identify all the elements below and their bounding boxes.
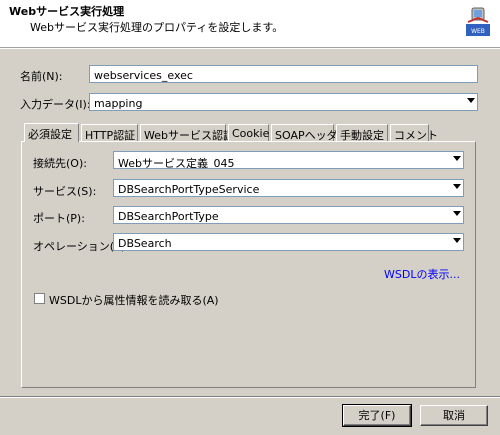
port-label: ポート(P): (33, 212, 85, 225)
footer-divider-highlight (0, 397, 500, 398)
chevron-down-icon[interactable] (453, 238, 461, 243)
chevron-down-icon[interactable] (453, 211, 461, 216)
name-input[interactable]: webservices_exec (89, 65, 478, 83)
chevron-down-icon[interactable] (453, 156, 461, 161)
show-wsdl-link[interactable]: WSDLの表示... (384, 266, 460, 282)
input-data-label: 入力データ(I): (20, 98, 91, 111)
read-attrs-checkbox[interactable] (34, 293, 45, 304)
tab-http-auth[interactable]: HTTP認証 (81, 124, 138, 142)
read-attrs-label: WSDLから属性情報を読み取る(A) (49, 294, 219, 307)
tab-web-service-auth[interactable]: Webサービス認証 (140, 124, 234, 142)
connection-label: 接続先(O): (33, 157, 87, 170)
port-select[interactable]: DBSearchPortType (113, 206, 464, 224)
service-label: サービス(S): (33, 185, 97, 198)
header-separator (0, 48, 500, 49)
dialog-subtitle: Webサービス実行処理のプロパティを設定します。 (30, 21, 284, 34)
cancel-button[interactable]: 取消 (420, 405, 488, 426)
connection-select[interactable]: Webサービス定義_045 (113, 151, 464, 169)
operation-select[interactable]: DBSearch (113, 233, 464, 251)
service-value: DBSearchPortTypeService (118, 183, 260, 196)
tab-cookie[interactable]: Cookie (228, 124, 269, 141)
tab-manual-settings[interactable]: 手動設定 (336, 124, 388, 142)
input-data-select[interactable]: mapping (89, 93, 478, 111)
dialog-header: Webサービス実行処理 Webサービス実行処理のプロパティを設定します。 WEB (0, 0, 500, 48)
connection-value: Webサービス定義_045 (118, 157, 235, 169)
web-service-icon: WEB (464, 7, 492, 38)
tab-comment[interactable]: コメント (390, 124, 438, 142)
port-value: DBSearchPortType (118, 210, 219, 223)
input-data-value: mapping (94, 97, 143, 110)
svg-text:WEB: WEB (471, 28, 485, 35)
finish-button[interactable]: 完了(F) (342, 404, 412, 427)
tab-required-settings[interactable]: 必須設定 (24, 123, 79, 142)
chevron-down-icon[interactable] (453, 184, 461, 189)
chevron-down-icon[interactable] (467, 98, 475, 103)
tab-soap-header[interactable]: SOAPヘッダ (271, 124, 338, 142)
name-label: 名前(N): (20, 70, 63, 83)
dialog-title: Webサービス実行処理 (9, 5, 125, 18)
operation-value: DBSearch (118, 237, 172, 250)
service-select[interactable]: DBSearchPortTypeService (113, 179, 464, 197)
